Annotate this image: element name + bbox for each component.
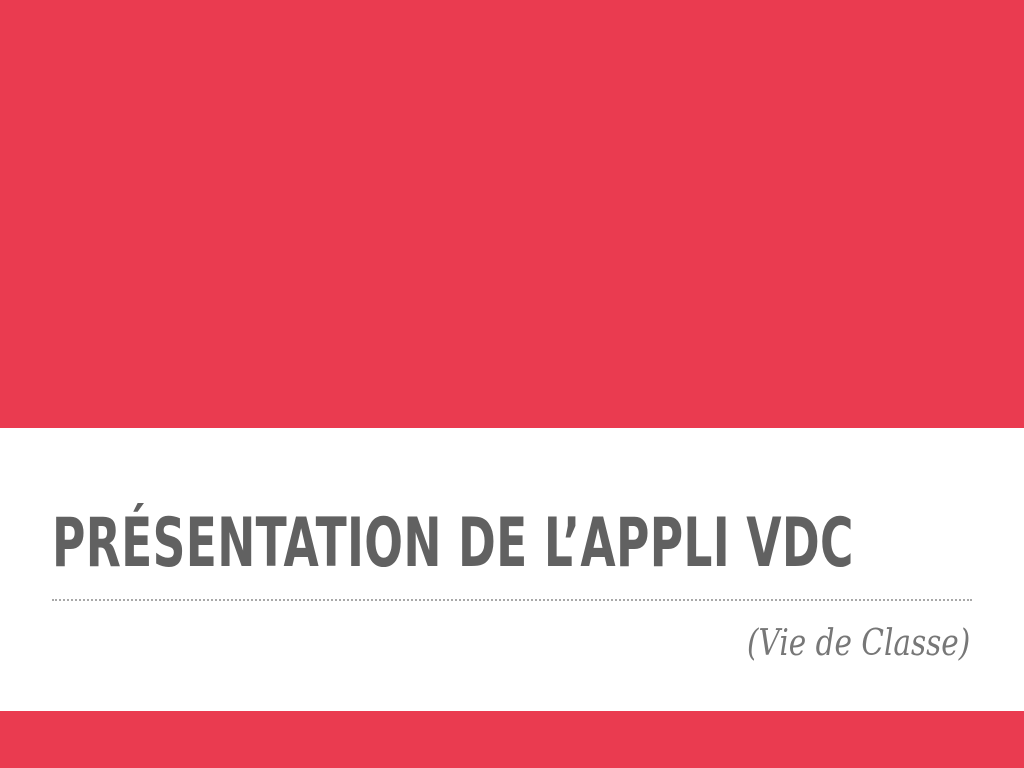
slide-title: PRÉSENTATION DE L’APPLI VDC <box>52 497 972 591</box>
title-divider <box>52 599 972 601</box>
bottom-accent-band <box>0 711 1024 768</box>
top-accent-band <box>0 0 1024 428</box>
title-slide: PRÉSENTATION DE L’APPLI VDC (Vie de Clas… <box>0 0 1024 768</box>
slide-title-text: PRÉSENTATION DE L’APPLI VDC <box>52 504 854 583</box>
slide-subtitle: (Vie de Classe) <box>698 616 970 672</box>
slide-subtitle-text: (Vie de Classe) <box>746 623 970 664</box>
